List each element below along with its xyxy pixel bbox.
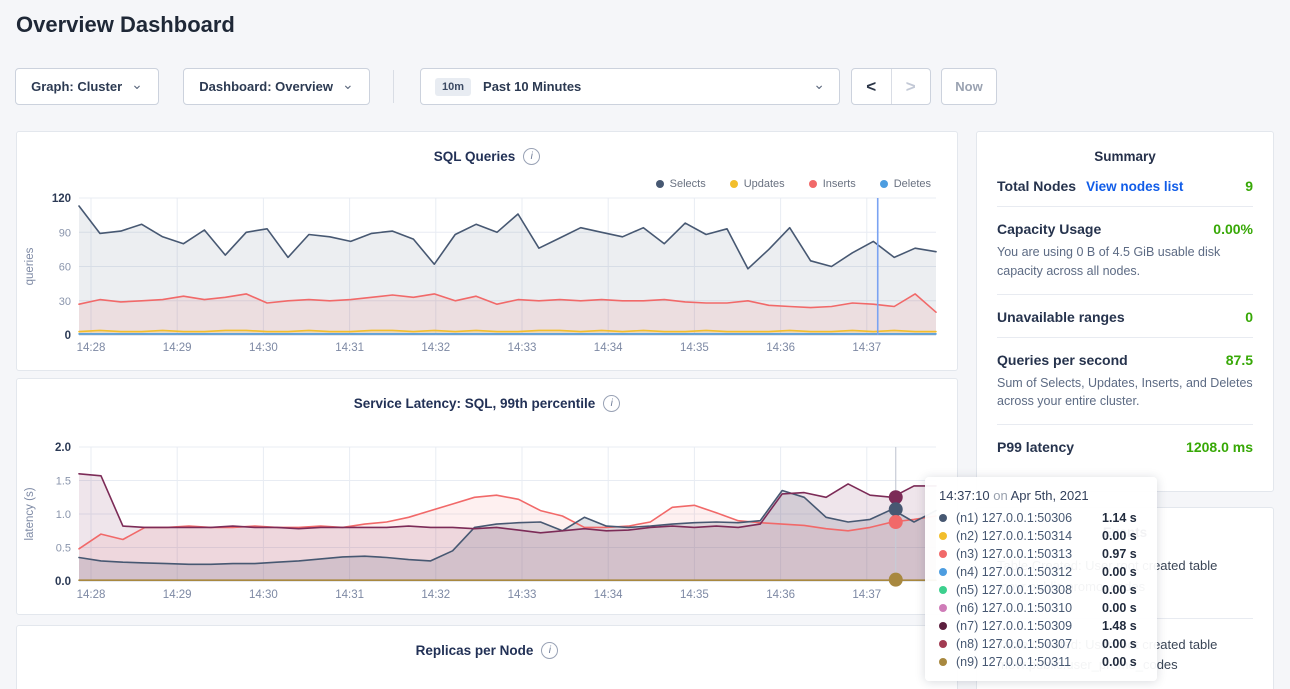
node-color-dot [939,514,947,522]
latency-hover-tooltip: 14:37:10 on Apr 5th, 2021 (n1) 127.0.0.1… [925,477,1157,681]
svg-text:120: 120 [52,193,71,205]
svg-text:14:29: 14:29 [163,589,192,601]
controls-divider [393,70,394,103]
node-color-dot [939,622,947,630]
tooltip-node-row: (n4) 127.0.0.1:503120.00 s [939,563,1143,581]
graph-scope-dropdown[interactable]: Graph: Cluster ⌄ [15,68,159,105]
now-button[interactable]: Now [941,68,997,105]
info-icon[interactable]: i [541,642,558,659]
node-color-dot [939,640,947,648]
svg-text:14:30: 14:30 [249,342,278,354]
view-nodes-list-link[interactable]: View nodes list [1086,179,1183,194]
tooltip-node-row: (n6) 127.0.0.1:503100.00 s [939,599,1143,617]
sql-queries-title: SQL Queries i [17,132,957,165]
svg-text:1.0: 1.0 [56,509,71,521]
node-color-dot [939,550,947,558]
dashboard-label: Dashboard: Overview [199,79,333,94]
tooltip-node-row: (n7) 127.0.0.1:503091.48 s [939,617,1143,635]
svg-text:14:35: 14:35 [680,342,709,354]
p99-latency-value: 1208.0 ms [1186,439,1253,455]
svg-text:14:32: 14:32 [421,342,450,354]
tooltip-node-row: (n2) 127.0.0.1:503140.00 s [939,527,1143,545]
time-range-label: Past 10 Minutes [483,79,581,94]
svg-text:14:35: 14:35 [680,589,709,601]
legend-dot [880,180,888,188]
tooltip-node-row: (n9) 127.0.0.1:503110.00 s [939,653,1143,671]
qps-desc: Sum of Selects, Updates, Inserts, and De… [977,374,1273,425]
svg-text:14:36: 14:36 [766,342,795,354]
node-color-dot [939,568,947,576]
capacity-usage-value: 0.00% [1213,221,1253,237]
summary-panel: Summary Total Nodes View nodes list 9 Ca… [976,131,1274,492]
node-color-dot [939,532,947,540]
svg-text:0.0: 0.0 [55,576,71,588]
svg-text:14:32: 14:32 [421,589,450,601]
time-range-badge: 10m [435,78,471,96]
node-color-dot [939,586,947,594]
tooltip-node-row: (n5) 127.0.0.1:503080.00 s [939,581,1143,599]
dashboard-dropdown[interactable]: Dashboard: Overview ⌄ [183,68,370,105]
overview-dashboard-page: Overview Dashboard Graph: Cluster ⌄ Dash… [0,0,1290,689]
legend-dot [656,180,664,188]
svg-text:14:28: 14:28 [77,342,106,354]
p99-latency-row: P99 latency 1208.0 ms [977,425,1273,467]
svg-text:latency (s): latency (s) [24,487,36,540]
info-icon[interactable]: i [603,395,620,412]
svg-text:14:37: 14:37 [852,342,881,354]
summary-heading: Summary [977,132,1273,164]
tooltip-timestamp: 14:37:10 on Apr 5th, 2021 [939,488,1143,503]
svg-text:14:33: 14:33 [508,589,537,601]
qps-label: Queries per second [997,352,1128,368]
svg-text:queries: queries [24,247,36,285]
svg-text:14:34: 14:34 [594,589,623,601]
svg-text:2.0: 2.0 [55,442,71,454]
svg-text:0.5: 0.5 [56,543,71,555]
svg-text:14:28: 14:28 [77,589,106,601]
svg-text:14:29: 14:29 [163,342,192,354]
legend-dot [730,180,738,188]
svg-text:1.5: 1.5 [56,476,71,488]
unavailable-ranges-label: Unavailable ranges [997,309,1125,325]
graph-scope-label: Graph: Cluster [31,79,122,94]
time-range-selector[interactable]: 10m Past 10 Minutes ⌄ [420,68,840,105]
prev-time-button[interactable]: < [852,69,892,104]
unavailable-ranges-value: 0 [1245,309,1253,325]
svg-text:14:31: 14:31 [335,589,364,601]
svg-text:14:37: 14:37 [852,589,881,601]
sql-queries-panel: SQL Queries i SelectsUpdatesInsertsDelet… [16,131,958,371]
service-latency-chart[interactable]: 14:28 14:29 14:30 14:31 14:32 14:33 14:34 14:35… [17,435,957,616]
svg-text:14:31: 14:31 [335,342,364,354]
total-nodes-row: Total Nodes View nodes list 9 [977,164,1273,206]
node-color-dot [939,658,947,666]
replicas-per-node-title: Replicas per Node i [17,626,957,659]
svg-text:60: 60 [59,262,71,274]
tooltip-node-row: (n1) 127.0.0.1:503061.14 s [939,509,1143,527]
unavailable-ranges-row: Unavailable ranges 0 [977,295,1273,337]
service-latency-title: Service Latency: SQL, 99th percentile i [17,379,957,412]
total-nodes-value: 9 [1245,178,1253,194]
legend-dot [809,180,817,188]
node-color-dot [939,604,947,612]
capacity-usage-desc: You are using 0 B of 4.5 GiB usable disk… [977,243,1273,294]
svg-text:14:36: 14:36 [766,589,795,601]
p99-latency-label: P99 latency [997,439,1074,455]
tooltip-node-row: (n3) 127.0.0.1:503130.97 s [939,545,1143,563]
info-icon[interactable]: i [523,148,540,165]
tooltip-node-row: (n8) 127.0.0.1:503070.00 s [939,635,1143,653]
svg-text:14:30: 14:30 [249,589,278,601]
svg-text:30: 30 [59,296,71,308]
next-time-button[interactable]: > [892,69,931,104]
replicas-per-node-panel: Replicas per Node i [16,625,958,689]
capacity-usage-label: Capacity Usage [997,221,1101,237]
svg-text:14:33: 14:33 [508,342,537,354]
svg-text:0: 0 [65,330,71,342]
qps-value: 87.5 [1226,352,1253,368]
svg-text:14:34: 14:34 [594,342,623,354]
total-nodes-label: Total Nodes [997,178,1076,194]
time-nav-arrows: < > [851,68,931,105]
service-latency-panel: Service Latency: SQL, 99th percentile i … [16,378,958,615]
page-title: Overview Dashboard [16,12,235,38]
svg-text:90: 90 [59,227,71,239]
sql-queries-chart[interactable]: 14:28 14:29 14:30 14:31 14:32 14:33 14:34 14:35… [17,188,957,372]
